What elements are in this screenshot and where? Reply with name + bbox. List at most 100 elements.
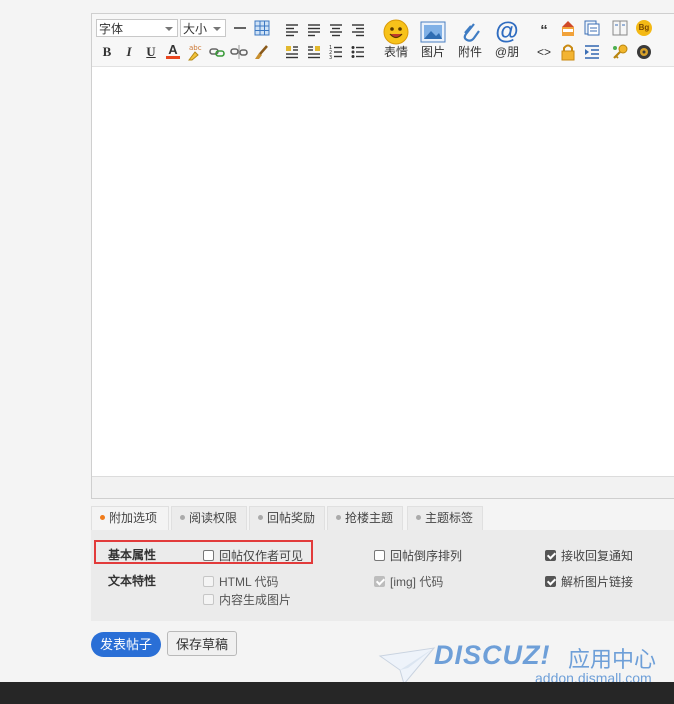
reply-reverse-label: 回帖倒序排列 [390, 549, 463, 563]
font-family-select-label: 字体 [99, 22, 124, 36]
content-to-image-checkbox[interactable] [203, 594, 214, 605]
receive-notify-label: 接收回复通知 [561, 549, 634, 563]
clear-format-brush-icon[interactable] [252, 43, 270, 61]
receive-notify-option[interactable]: 接收回复通知 [545, 547, 633, 564]
align-center-icon[interactable] [327, 21, 345, 39]
publish-post-button[interactable]: 发表帖子 [91, 632, 161, 657]
font-size-select-label: 大小 [183, 22, 208, 36]
tab-topic-tags-label: 主题标签 [425, 511, 474, 525]
image-icon [416, 19, 450, 45]
image-button[interactable]: 图片 [416, 19, 450, 59]
dot-icon [336, 515, 341, 521]
img-code-label: [img] 代码 [390, 575, 444, 589]
background-color-icon[interactable]: abc [186, 43, 204, 61]
content-to-image-label: 内容生成图片 [219, 593, 292, 607]
tab-floor-grab-label: 抢楼主题 [345, 511, 394, 525]
html-code-option[interactable]: HTML 代码 [203, 573, 279, 590]
mention-button[interactable]: @ @朋 [490, 18, 524, 59]
align-left-icon[interactable] [283, 21, 301, 39]
tab-topic-tags[interactable]: 主题标签 [407, 506, 483, 530]
tab-reply-reward[interactable]: 回帖奖励 [249, 506, 325, 530]
unordered-list-icon[interactable] [349, 43, 367, 61]
underline-button[interactable]: U [142, 43, 160, 61]
align-justify-icon[interactable] [305, 21, 323, 39]
reply-reverse-checkbox[interactable] [374, 550, 385, 561]
tab-reply-reward-label: 回帖奖励 [267, 511, 316, 525]
parse-links-label: 解析图片链接 [561, 575, 634, 589]
chevron-down-icon [165, 27, 173, 31]
unlink-icon[interactable] [230, 43, 248, 61]
tab-floor-grab[interactable]: 抢楼主题 [327, 506, 403, 530]
paperclip-icon [453, 19, 487, 45]
active-dot-icon [100, 515, 105, 521]
tab-read-permission[interactable]: 阅读权限 [171, 506, 247, 530]
editor-resize-bar[interactable] [92, 476, 674, 498]
text-color-label: A [168, 42, 178, 57]
float-left-icon[interactable] [283, 43, 301, 61]
background-image-button[interactable]: Bg [635, 19, 653, 37]
code-block-icon[interactable] [583, 19, 601, 37]
page-break-icon[interactable] [611, 19, 629, 37]
emoji-button[interactable]: 表情 [379, 19, 413, 59]
parse-links-option[interactable]: 解析图片链接 [545, 573, 633, 590]
dot-icon [258, 515, 263, 521]
indent-icon[interactable] [583, 43, 601, 61]
img-code-checkbox[interactable] [374, 576, 385, 587]
editor-toolbar: 字体 大小 B I U A abc 1 2 3 表情 图片 附件 @ @朋 “ … [92, 14, 674, 67]
password-key-icon[interactable] [611, 43, 629, 61]
save-draft-button[interactable]: 保存草稿 [167, 631, 237, 656]
html-code-checkbox[interactable] [203, 576, 214, 587]
attachment-button[interactable]: 附件 [453, 19, 487, 59]
dot-icon [416, 515, 421, 521]
font-family-select[interactable]: 字体 [96, 19, 178, 37]
color-bar-icon [166, 56, 180, 59]
watermark-logo: DISCUZ! [434, 640, 551, 670]
dot-icon [180, 515, 185, 521]
media-disc-icon[interactable] [635, 43, 653, 61]
chevron-down-icon [213, 27, 221, 31]
img-code-option[interactable]: [img] 代码 [374, 573, 443, 590]
quote-button[interactable]: “ [535, 21, 553, 39]
mention-label: @朋 [494, 45, 520, 59]
quote-label: “ [540, 21, 548, 39]
smiley-icon [379, 19, 413, 45]
tab-read-permission-label: 阅读权限 [189, 511, 238, 525]
html-code-label: HTML 代码 [219, 575, 279, 589]
text-attributes-label: 文本特性 [108, 574, 157, 588]
tab-extra-options-label: 附加选项 [109, 511, 158, 525]
bg-badge-icon: Bg [636, 20, 652, 36]
watermark: DISCUZ! 应用中心 addon.dismall.com [378, 640, 674, 686]
editor-content-area[interactable] [92, 67, 674, 475]
tab-extra-options[interactable]: 附加选项 [91, 506, 169, 530]
free-content-icon[interactable] [559, 19, 577, 37]
source-code-label: <> [536, 45, 551, 59]
content-to-image-option[interactable]: 内容生成图片 [203, 591, 291, 608]
align-right-icon[interactable] [349, 21, 367, 39]
italic-button[interactable]: I [120, 43, 138, 61]
underline-label: U [146, 44, 156, 59]
text-color-button[interactable]: A [164, 42, 182, 60]
table-icon[interactable] [253, 19, 271, 37]
link-icon[interactable] [208, 43, 226, 61]
attachment-label: 附件 [457, 45, 482, 59]
svg-text:3: 3 [329, 55, 332, 59]
paper-plane-icon [378, 647, 436, 686]
hide-content-lock-icon[interactable] [559, 43, 577, 61]
reply-reverse-option[interactable]: 回帖倒序排列 [374, 547, 462, 564]
parse-links-checkbox[interactable] [545, 576, 556, 587]
bold-label: B [102, 44, 112, 59]
font-size-select[interactable]: 大小 [180, 19, 226, 37]
receive-notify-checkbox[interactable] [545, 550, 556, 561]
horizontal-rule-icon[interactable] [231, 19, 249, 37]
italic-label: I [126, 44, 132, 59]
page-footer [0, 682, 674, 704]
svg-text:abc: abc [189, 44, 202, 52]
highlight-box [94, 540, 313, 564]
source-code-button[interactable]: <> [535, 43, 553, 61]
at-sign-icon: @ [495, 18, 519, 45]
post-editor: 字体 大小 B I U A abc 1 2 3 表情 图片 附件 @ @朋 “ … [91, 13, 674, 499]
emoji-label: 表情 [383, 45, 408, 59]
float-right-icon[interactable] [305, 43, 323, 61]
ordered-list-icon[interactable]: 123 [327, 43, 345, 61]
bold-button[interactable]: B [98, 43, 116, 61]
